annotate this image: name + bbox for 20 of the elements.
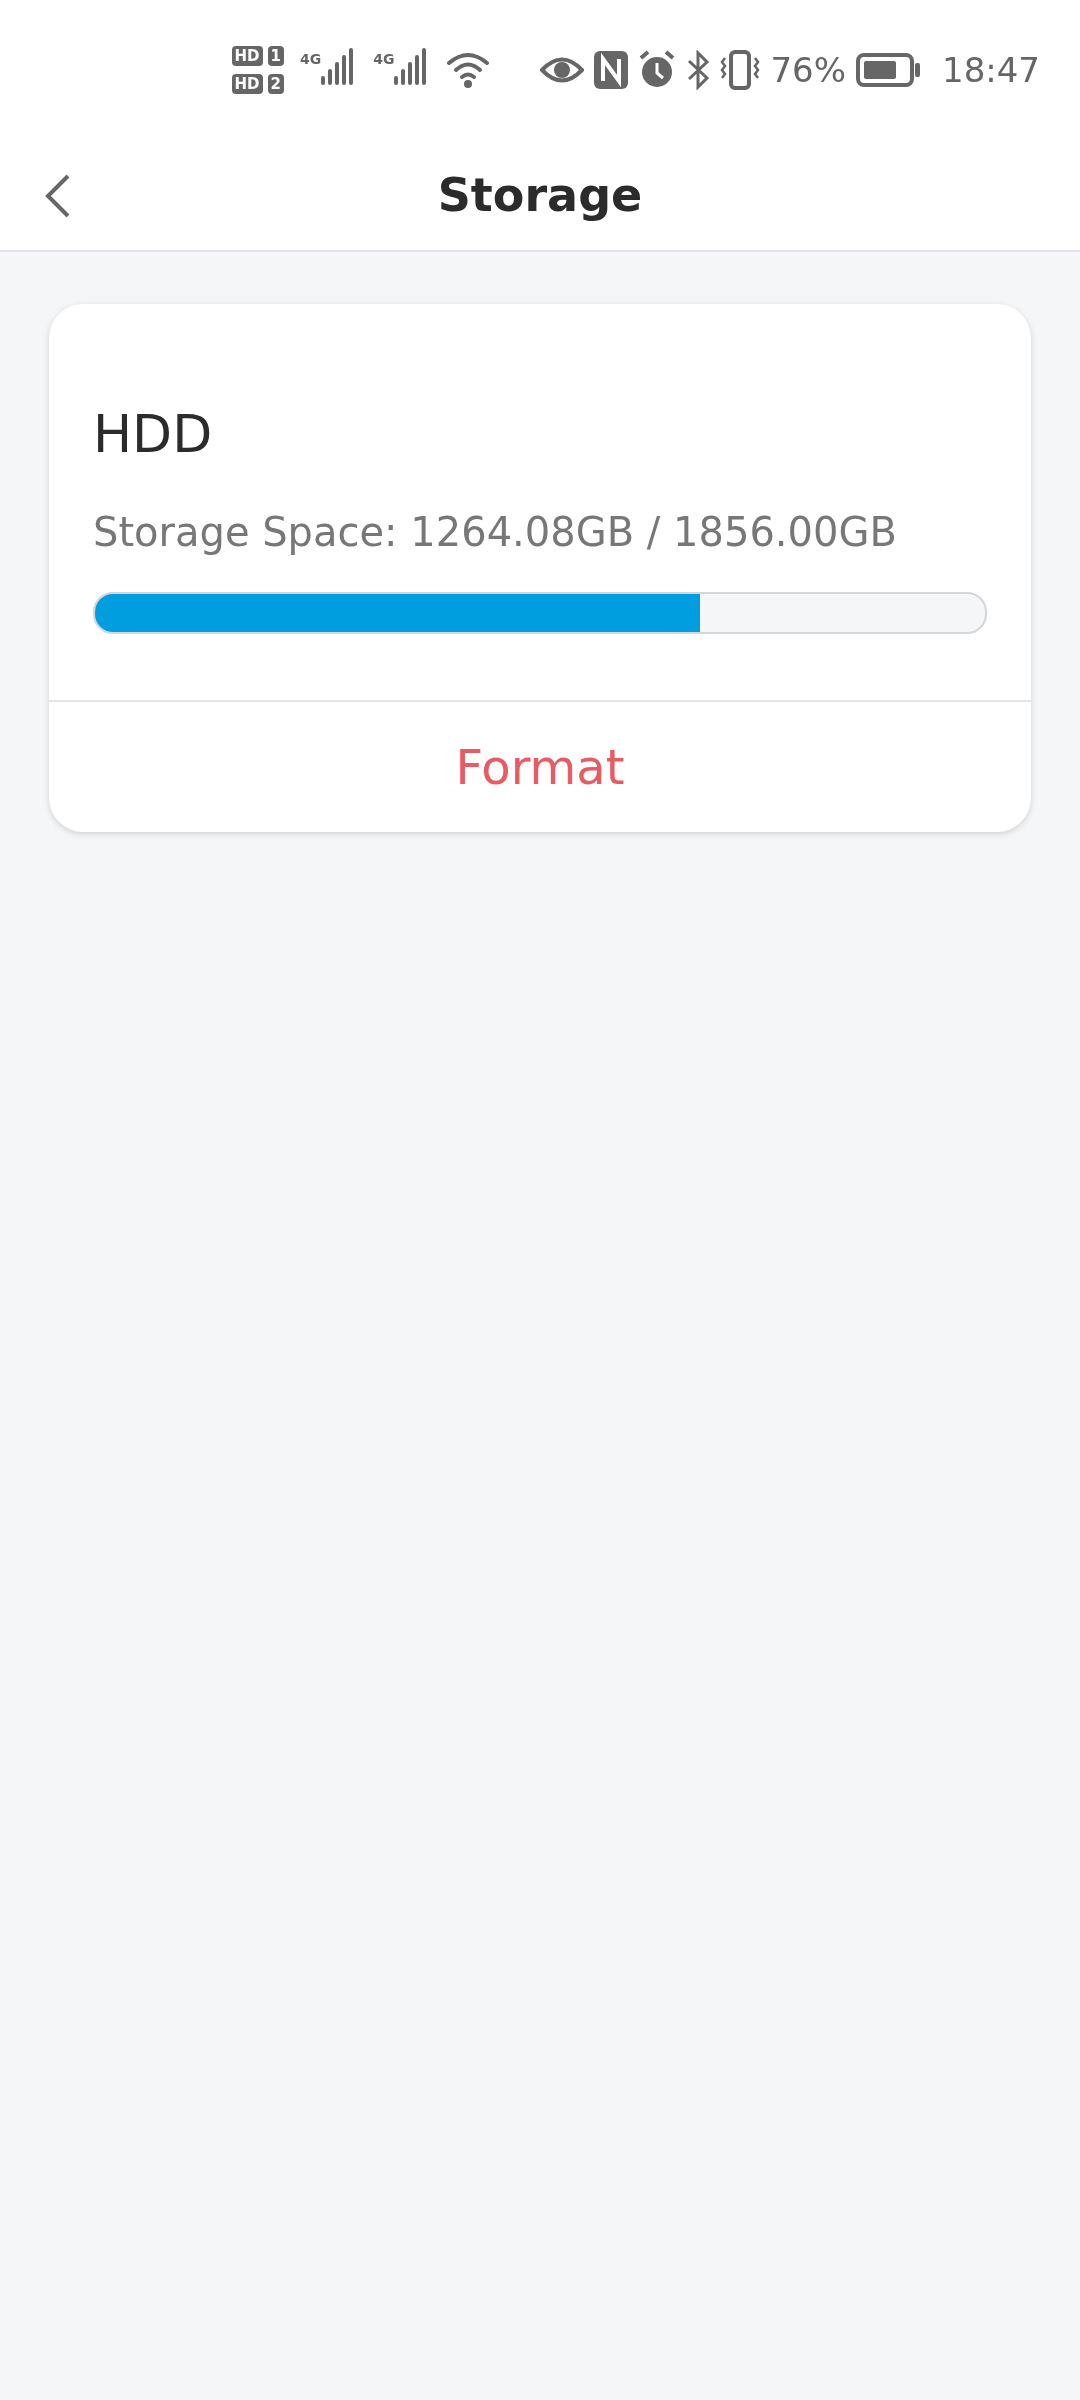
- vibrate-icon: [720, 50, 761, 90]
- wifi-icon: [446, 51, 491, 89]
- nfc-icon: [594, 51, 629, 89]
- format-button[interactable]: Format: [49, 700, 1031, 832]
- alarm-icon: [638, 50, 677, 90]
- sim-slot: 2: [267, 74, 284, 94]
- network-type: 4G: [299, 51, 322, 67]
- drive-name: HDD: [93, 404, 214, 464]
- clock-time: 18:47: [942, 50, 1040, 90]
- battery-percent: 76%: [770, 50, 846, 90]
- network-type: 4G: [373, 51, 395, 67]
- sim-slot: 1: [267, 46, 284, 66]
- sim-badge: HD: [231, 46, 263, 66]
- back-icon: [44, 172, 72, 220]
- page-title: Storage: [437, 168, 643, 222]
- bluetooth-icon: [686, 50, 711, 90]
- sim-badge: HD: [231, 74, 263, 94]
- eye-icon: [540, 55, 585, 85]
- battery-icon: [856, 53, 920, 87]
- storage-space: Storage Space: 1264.08GB / 1856.00GB: [93, 508, 898, 556]
